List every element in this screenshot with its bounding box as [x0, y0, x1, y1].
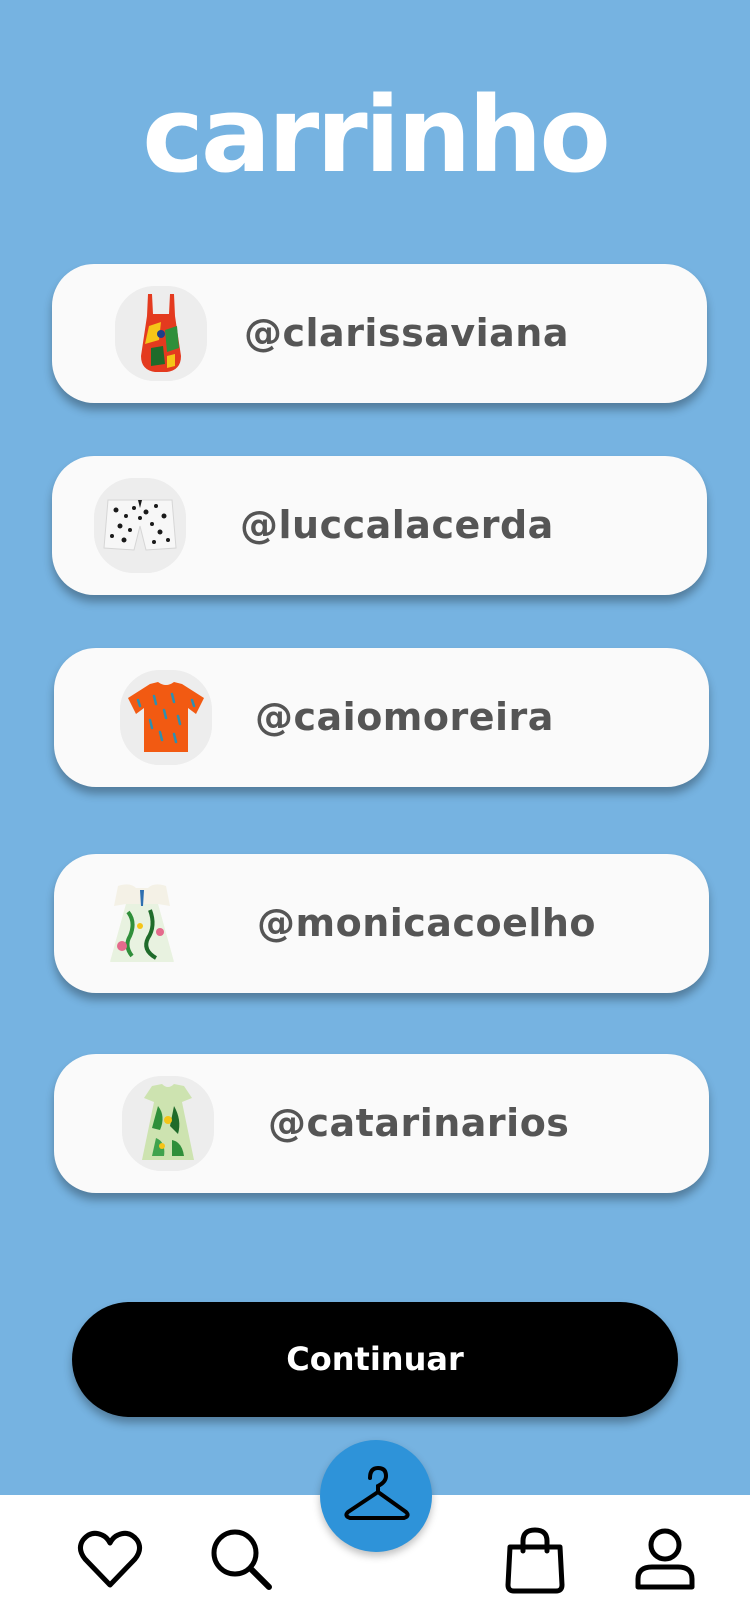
product-thumbnail — [120, 670, 212, 765]
product-thumbnail — [96, 876, 188, 971]
cart-item[interactable]: @luccalacerda — [52, 456, 707, 595]
cart-item[interactable]: @clarissaviana — [52, 264, 707, 403]
seller-username: @monicacoelho — [257, 901, 597, 945]
seller-username: @caiomoreira — [255, 695, 554, 739]
profile-icon — [635, 1528, 695, 1590]
nav-profile[interactable] — [630, 1525, 700, 1595]
product-thumbnail — [122, 1076, 214, 1171]
continue-button[interactable]: Continuar — [72, 1302, 678, 1417]
nav-search[interactable] — [207, 1525, 277, 1595]
nav-favorites[interactable] — [75, 1525, 145, 1595]
seller-username: @luccalacerda — [240, 503, 554, 547]
hanger-icon — [344, 1465, 410, 1520]
product-thumbnail — [94, 478, 186, 573]
floral-dress-icon — [96, 876, 188, 971]
tshirt-icon — [120, 670, 212, 765]
page-title: carrinho — [142, 74, 611, 196]
overall-dress-icon — [115, 286, 207, 381]
product-thumbnail — [115, 286, 207, 381]
search-icon — [211, 1529, 272, 1590]
nav-closet-fab[interactable] — [320, 1440, 432, 1552]
heart-icon — [77, 1530, 143, 1588]
cart-item[interactable]: @caiomoreira — [54, 648, 709, 787]
cart-item[interactable]: @monicacoelho — [54, 854, 709, 993]
seller-username: @clarissaviana — [244, 311, 569, 355]
bag-icon — [505, 1527, 565, 1594]
seller-username: @catarinarios — [268, 1101, 570, 1145]
nav-cart[interactable] — [500, 1525, 570, 1595]
cart-item[interactable]: @catarinarios — [54, 1054, 709, 1193]
shorts-icon — [94, 478, 186, 573]
leaf-dress-icon — [122, 1076, 214, 1171]
